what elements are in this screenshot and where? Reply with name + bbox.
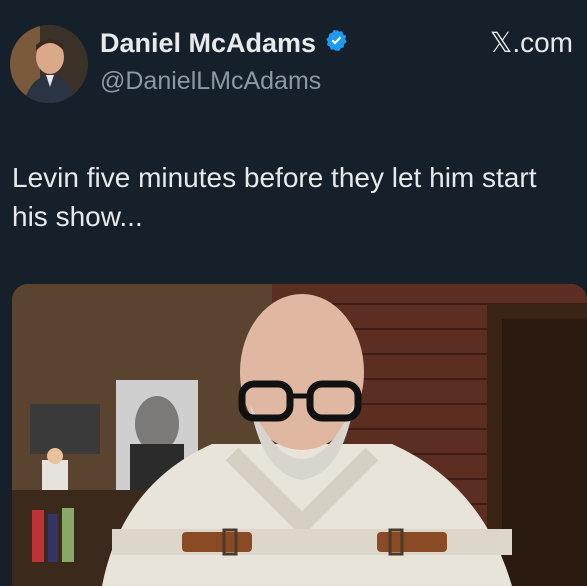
author-handle[interactable]: @DanielLMcAdams <box>100 66 321 96</box>
source-label: 𝕏.com <box>489 27 573 58</box>
author-name-row: Daniel McAdams <box>100 27 349 59</box>
verified-badge-icon <box>324 28 349 58</box>
tweet-media-image[interactable] <box>12 284 587 586</box>
author-display-name[interactable]: Daniel McAdams <box>100 27 316 59</box>
tweet-card: Daniel McAdams @DanielLMcAdams 𝕏.com Lev… <box>0 0 587 586</box>
profile-avatar[interactable] <box>10 25 88 103</box>
tweet-text: Levin five minutes before they let him s… <box>12 162 537 232</box>
